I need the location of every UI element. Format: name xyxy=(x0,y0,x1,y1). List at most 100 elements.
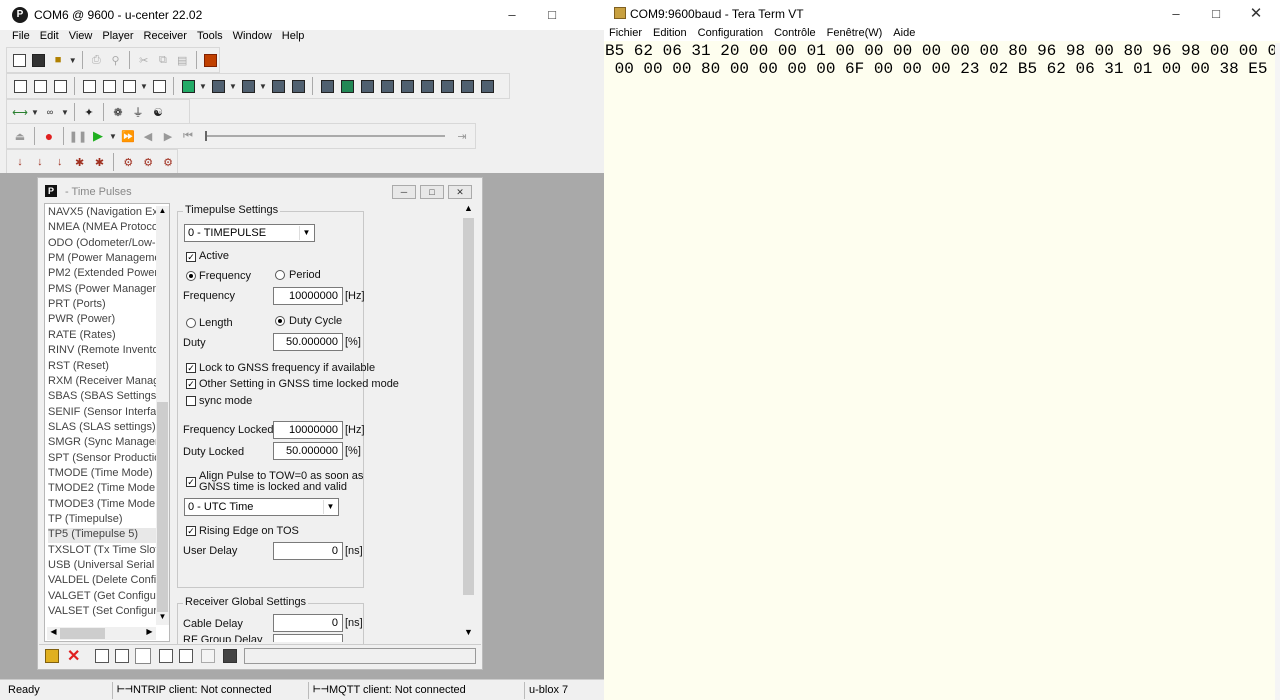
dialog-minimize-button[interactable]: ─ xyxy=(392,185,416,199)
copy-icon[interactable]: ⧉ xyxy=(154,51,171,69)
list-item[interactable]: TXSLOT (Tx Time Slots) xyxy=(48,544,158,559)
list-item[interactable]: SENIF (Sensor Interface) xyxy=(48,406,158,421)
settings-vertical-scrollbar[interactable]: ▲ ▼ xyxy=(461,203,476,642)
console-icon[interactable] xyxy=(150,77,168,95)
align-pulse-checkbox[interactable]: ✓ xyxy=(186,477,196,487)
gear2-icon[interactable]: ⚙ xyxy=(139,153,157,171)
list-item[interactable]: VALGET (Get Configurat xyxy=(48,590,158,605)
list-item[interactable]: SLAS (SLAS settings) xyxy=(48,421,158,436)
list-item[interactable]: SBAS (SBAS Settings) xyxy=(48,390,158,405)
print-config-icon[interactable] xyxy=(223,649,237,663)
list-scroll-down-icon[interactable]: ▼ xyxy=(156,612,169,625)
list-scroll-right-icon[interactable]: ▶ xyxy=(143,627,156,640)
chart-dropdown-icon[interactable]: ▼ xyxy=(199,82,207,91)
rewind-icon[interactable]: ⏮ xyxy=(179,127,197,145)
step-forward-icon[interactable]: ▶ xyxy=(159,127,177,145)
chart-icon[interactable] xyxy=(179,77,197,95)
tt-close-button[interactable]: ✕ xyxy=(1236,0,1276,27)
period-radio[interactable] xyxy=(275,270,285,280)
timepulse-select[interactable]: 0 - TIMEPULSE ▼ xyxy=(184,224,315,242)
record-icon[interactable]: ● xyxy=(40,127,58,145)
list-item[interactable]: VALSET (Set Configurati xyxy=(48,605,158,620)
print-icon[interactable]: ⎙ xyxy=(88,51,105,69)
compass-icon[interactable] xyxy=(289,77,307,95)
save-icon[interactable] xyxy=(30,51,47,69)
terminal-output[interactable]: B5 62 06 31 20 00 00 01 00 00 00 00 00 0… xyxy=(604,43,1280,700)
menu-edit[interactable]: Edit xyxy=(40,30,59,42)
dialog-restore-button[interactable]: □ xyxy=(420,185,444,199)
frequency-input[interactable]: 10000000 xyxy=(273,287,343,305)
list-item[interactable]: NMEA (NMEA Protocol xyxy=(48,221,158,236)
cable-delay-input[interactable]: 0 xyxy=(273,614,343,632)
histogram-dropdown-icon[interactable]: ▼ xyxy=(229,82,237,91)
list-item[interactable]: PM2 (Extended Power M xyxy=(48,267,158,282)
poll2-icon[interactable]: ✱ xyxy=(91,153,109,171)
baudrate-icon[interactable]: ∞ xyxy=(41,103,59,121)
list-item[interactable]: RINV (Remote Inventory xyxy=(48,344,158,359)
export-icon[interactable] xyxy=(179,649,193,663)
step-back-icon[interactable]: ◀ xyxy=(139,127,157,145)
tt-menu-configuration[interactable]: Configuration xyxy=(698,27,763,39)
list-vertical-scrollbar[interactable]: ▲ ▼ xyxy=(156,206,169,625)
sync-mode-checkbox[interactable] xyxy=(186,396,196,406)
dialog-close-button[interactable]: ✕ xyxy=(448,185,472,199)
menu-view[interactable]: View xyxy=(69,30,93,42)
cut-icon[interactable]: ✂ xyxy=(135,51,152,69)
list-item[interactable]: PRT (Ports) xyxy=(48,298,158,313)
window-view-icon[interactable] xyxy=(120,77,138,95)
skip-end-icon[interactable]: ⇥ xyxy=(453,127,471,145)
user-delay-input[interactable]: 0 xyxy=(273,542,343,560)
menu-help[interactable]: Help xyxy=(282,30,305,42)
settings-scroll-up-icon[interactable]: ▲ xyxy=(461,203,476,217)
open-dropdown-icon[interactable]: ▼ xyxy=(69,56,77,65)
menu-receiver[interactable]: Receiver xyxy=(144,30,187,42)
list-item[interactable]: RST (Reset) xyxy=(48,360,158,375)
lock-icon[interactable] xyxy=(45,649,59,663)
split-view-icon[interactable] xyxy=(100,77,118,95)
signal-dropdown-icon[interactable]: ▼ xyxy=(259,82,267,91)
other-setting-checkbox[interactable]: ✓ xyxy=(186,379,196,389)
freq-locked-input[interactable]: 10000000 xyxy=(273,421,343,439)
watch-icon[interactable]: ↓ xyxy=(31,153,49,171)
duty-locked-input[interactable]: 50.000000 xyxy=(273,442,343,460)
lock-gnss-checkbox[interactable]: ✓ xyxy=(186,363,196,373)
autobaud-wand-icon[interactable]: ✦ xyxy=(80,103,98,121)
docking3-icon[interactable] xyxy=(51,77,69,95)
connection-icon[interactable]: ⟷ xyxy=(11,103,29,121)
delete-x-icon[interactable]: ✕ xyxy=(67,646,80,666)
list-item[interactable]: TP (Timepulse) xyxy=(48,513,158,528)
tt-minimize-button[interactable]: – xyxy=(1156,0,1196,27)
eject-icon[interactable]: ⏏ xyxy=(11,127,29,145)
list-scroll-thumb[interactable] xyxy=(157,402,168,612)
rising-edge-checkbox[interactable]: ✓ xyxy=(186,526,196,536)
gear3-icon[interactable]: ⚙ xyxy=(159,153,177,171)
paste-icon[interactable]: ▤ xyxy=(174,51,191,69)
frequency-radio[interactable] xyxy=(186,271,196,281)
list-item[interactable]: TMODE2 (Time Mode 2) xyxy=(48,482,158,497)
pause-icon[interactable]: ❚❚ xyxy=(69,127,87,145)
baudrate-dropdown-icon[interactable]: ▼ xyxy=(61,108,69,117)
docking-icon[interactable] xyxy=(11,77,29,95)
send-icon[interactable] xyxy=(95,649,109,663)
list-item[interactable]: TP5 (Timepulse 5) xyxy=(48,528,158,544)
pause-record-icon[interactable] xyxy=(202,51,219,69)
list-item[interactable]: VALDEL (Delete Configu xyxy=(48,574,158,589)
debug-bug-icon[interactable]: ❁ xyxy=(109,103,127,121)
statistics-icon[interactable] xyxy=(438,77,456,95)
map-icon[interactable] xyxy=(269,77,287,95)
list-horizontal-scrollbar[interactable]: ◀ ▶ xyxy=(47,627,156,640)
docking2-icon[interactable] xyxy=(31,77,49,95)
list-item[interactable]: SMGR (Sync Manager C xyxy=(48,436,158,451)
refresh-icon[interactable] xyxy=(159,649,173,663)
auto-poll-icon[interactable] xyxy=(135,648,151,664)
maximize-button[interactable]: □ xyxy=(532,0,572,30)
menu-file[interactable]: File xyxy=(12,30,30,42)
config-icon[interactable]: ↓ xyxy=(51,153,69,171)
receiver-icon[interactable]: ☯ xyxy=(149,103,167,121)
tt-menu-fenetre[interactable]: Fenêtre(W) xyxy=(827,27,883,39)
settings-scroll-down-icon[interactable]: ▼ xyxy=(461,627,476,641)
terminal-scrollbar[interactable] xyxy=(1275,43,1280,700)
list-item[interactable]: PWR (Power) xyxy=(48,313,158,328)
window-dropdown-icon[interactable]: ▼ xyxy=(140,82,148,91)
playback-slider[interactable] xyxy=(205,131,445,141)
